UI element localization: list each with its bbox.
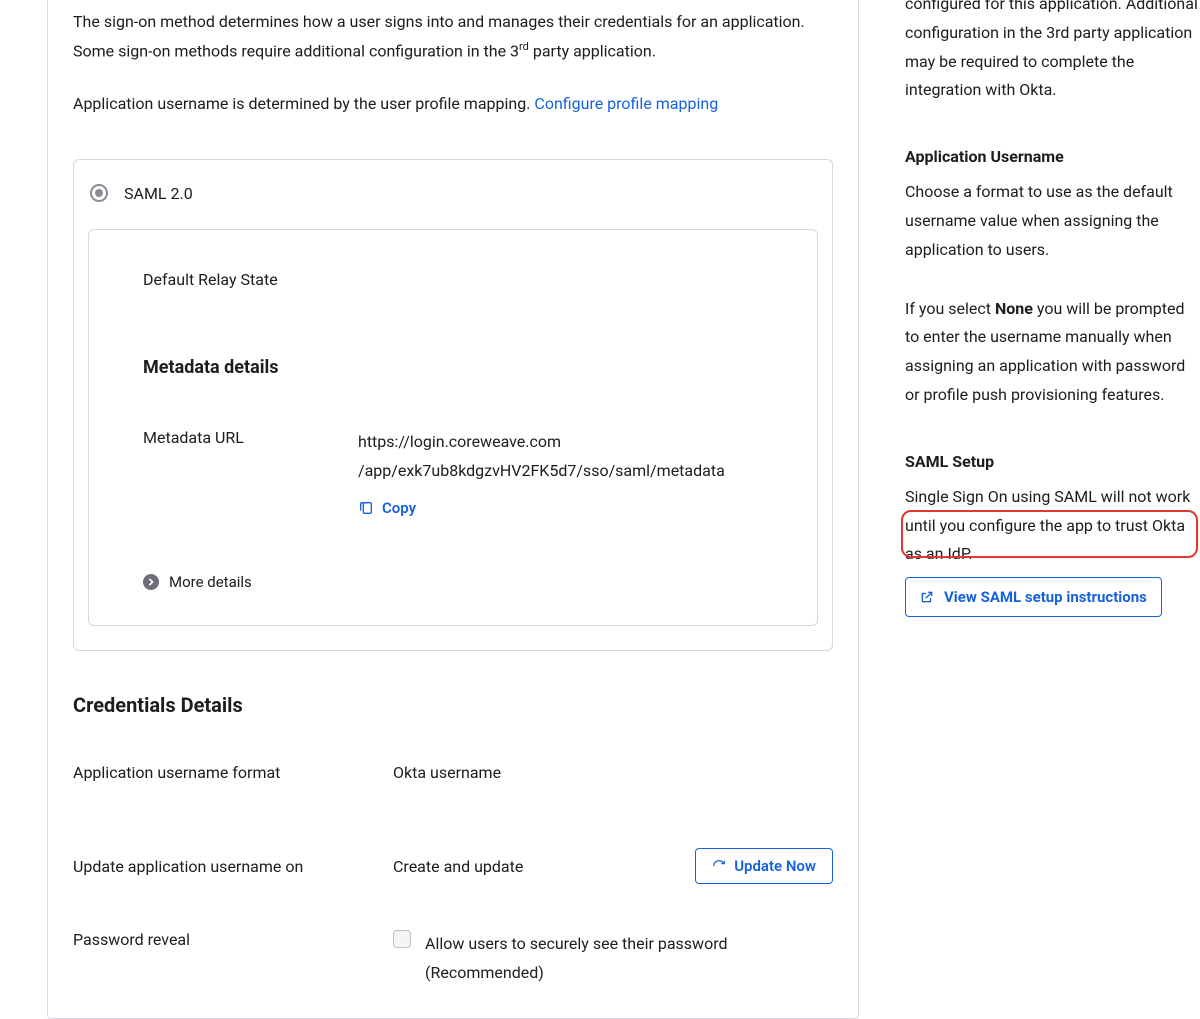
- more-details-toggle[interactable]: More details: [143, 573, 252, 591]
- saml-details-card: Default Relay State Metadata details Met…: [88, 229, 818, 627]
- profile-mapping-line: Application username is determined by th…: [73, 90, 833, 119]
- update-username-label: Update application username on: [73, 857, 393, 876]
- copy-button[interactable]: Copy: [358, 499, 725, 517]
- app-username-heading: Application Username: [905, 147, 1200, 166]
- signon-description: The sign-on method determines how a user…: [73, 8, 833, 66]
- default-relay-state-label: Default Relay State: [143, 270, 763, 289]
- update-username-value: Create and update: [393, 857, 523, 876]
- password-reveal-checkbox-label: Allow users to securely see their passwo…: [425, 930, 833, 988]
- password-reveal-label: Password reveal: [73, 930, 393, 949]
- profile-mapping-prefix: Application username is determined by th…: [73, 94, 534, 113]
- update-username-row: Update application username on Create an…: [73, 848, 833, 884]
- configure-profile-mapping-link[interactable]: Configure profile mapping: [534, 94, 718, 113]
- clipboard-icon: [358, 500, 374, 516]
- app-username-help-2: If you select None you will be prompted …: [905, 295, 1200, 410]
- view-saml-setup-instructions-button[interactable]: View SAML setup instructions: [905, 577, 1162, 617]
- saml-radio-row[interactable]: SAML 2.0: [88, 184, 818, 203]
- external-link-icon: [920, 590, 934, 604]
- metadata-url-value: https://login.coreweave.com /app/exk7ub8…: [358, 428, 725, 486]
- metadata-url-row: Metadata URL https://login.coreweave.com…: [143, 428, 763, 518]
- password-reveal-row: Password reveal Allow users to securely …: [73, 930, 833, 988]
- saml-method-card: SAML 2.0 Default Relay State Metadata de…: [73, 159, 833, 652]
- app-username-format-row: Application username format Okta usernam…: [73, 763, 833, 782]
- chevron-right-icon: [143, 574, 159, 590]
- radio-selected-icon: [90, 184, 108, 202]
- metadata-url-label: Metadata URL: [143, 428, 288, 518]
- sidebar-intro-partial: configured for this application. Additio…: [905, 0, 1200, 105]
- main-panel: The sign-on method determines how a user…: [47, 0, 859, 1019]
- update-now-button[interactable]: Update Now: [695, 848, 833, 884]
- app-username-format-label: Application username format: [73, 763, 393, 782]
- credentials-details-heading: Credentials Details: [73, 693, 833, 717]
- app-username-format-value: Okta username: [393, 763, 833, 782]
- app-username-help-1: Choose a format to use as the default us…: [905, 178, 1200, 264]
- saml-setup-help: Single Sign On using SAML will not work …: [905, 483, 1200, 569]
- password-reveal-checkbox[interactable]: [393, 930, 411, 948]
- sidebar-help: configured for this application. Additio…: [905, 0, 1200, 617]
- refresh-icon: [712, 859, 726, 873]
- saml-setup-heading: SAML Setup: [905, 452, 1200, 471]
- saml-radio-label: SAML 2.0: [124, 184, 193, 203]
- metadata-details-heading: Metadata details: [143, 357, 763, 378]
